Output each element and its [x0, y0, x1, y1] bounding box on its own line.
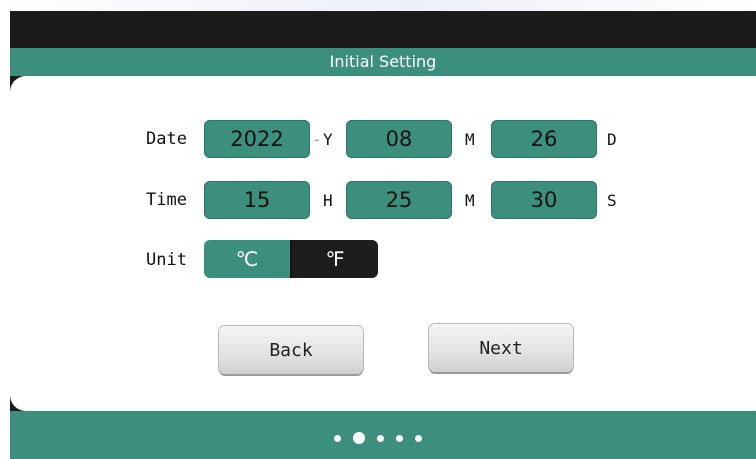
second-suffix: S	[607, 191, 617, 210]
second-field[interactable]: 30	[491, 181, 597, 219]
year-field[interactable]: 2022	[204, 120, 310, 158]
top-watermark	[0, 0, 756, 11]
year-suffix: Y	[323, 130, 333, 149]
month-field[interactable]: 08	[346, 120, 452, 158]
minute-field[interactable]: 25	[346, 181, 452, 219]
month-suffix: M	[465, 130, 475, 149]
celsius-option[interactable]: ℃	[204, 240, 290, 278]
page-title: Initial Setting	[329, 52, 437, 71]
unit-label: Unit	[146, 250, 187, 270]
minute-suffix: M	[465, 191, 475, 210]
hour-suffix: H	[323, 191, 333, 210]
back-button[interactable]: Back	[219, 326, 363, 374]
fahrenheit-option[interactable]: ℉	[290, 240, 378, 278]
page-dot-2-active	[353, 432, 365, 444]
time-label: Time	[146, 190, 187, 210]
day-field[interactable]: 26	[491, 120, 597, 158]
date-label: Date	[146, 129, 187, 149]
temperature-unit-toggle: ℃ ℉	[204, 240, 378, 278]
hour-field[interactable]: 15	[204, 181, 310, 219]
title-bar: Initial Setting	[10, 48, 756, 76]
page-dot-5	[415, 434, 422, 442]
page-dot-3	[377, 434, 384, 442]
next-button[interactable]: Next	[429, 324, 573, 372]
page-dot-1	[334, 434, 341, 442]
page-dot-4	[396, 434, 403, 442]
year-separator-dash: -	[312, 130, 322, 149]
day-suffix: D	[607, 130, 617, 149]
page-indicator	[0, 432, 756, 444]
